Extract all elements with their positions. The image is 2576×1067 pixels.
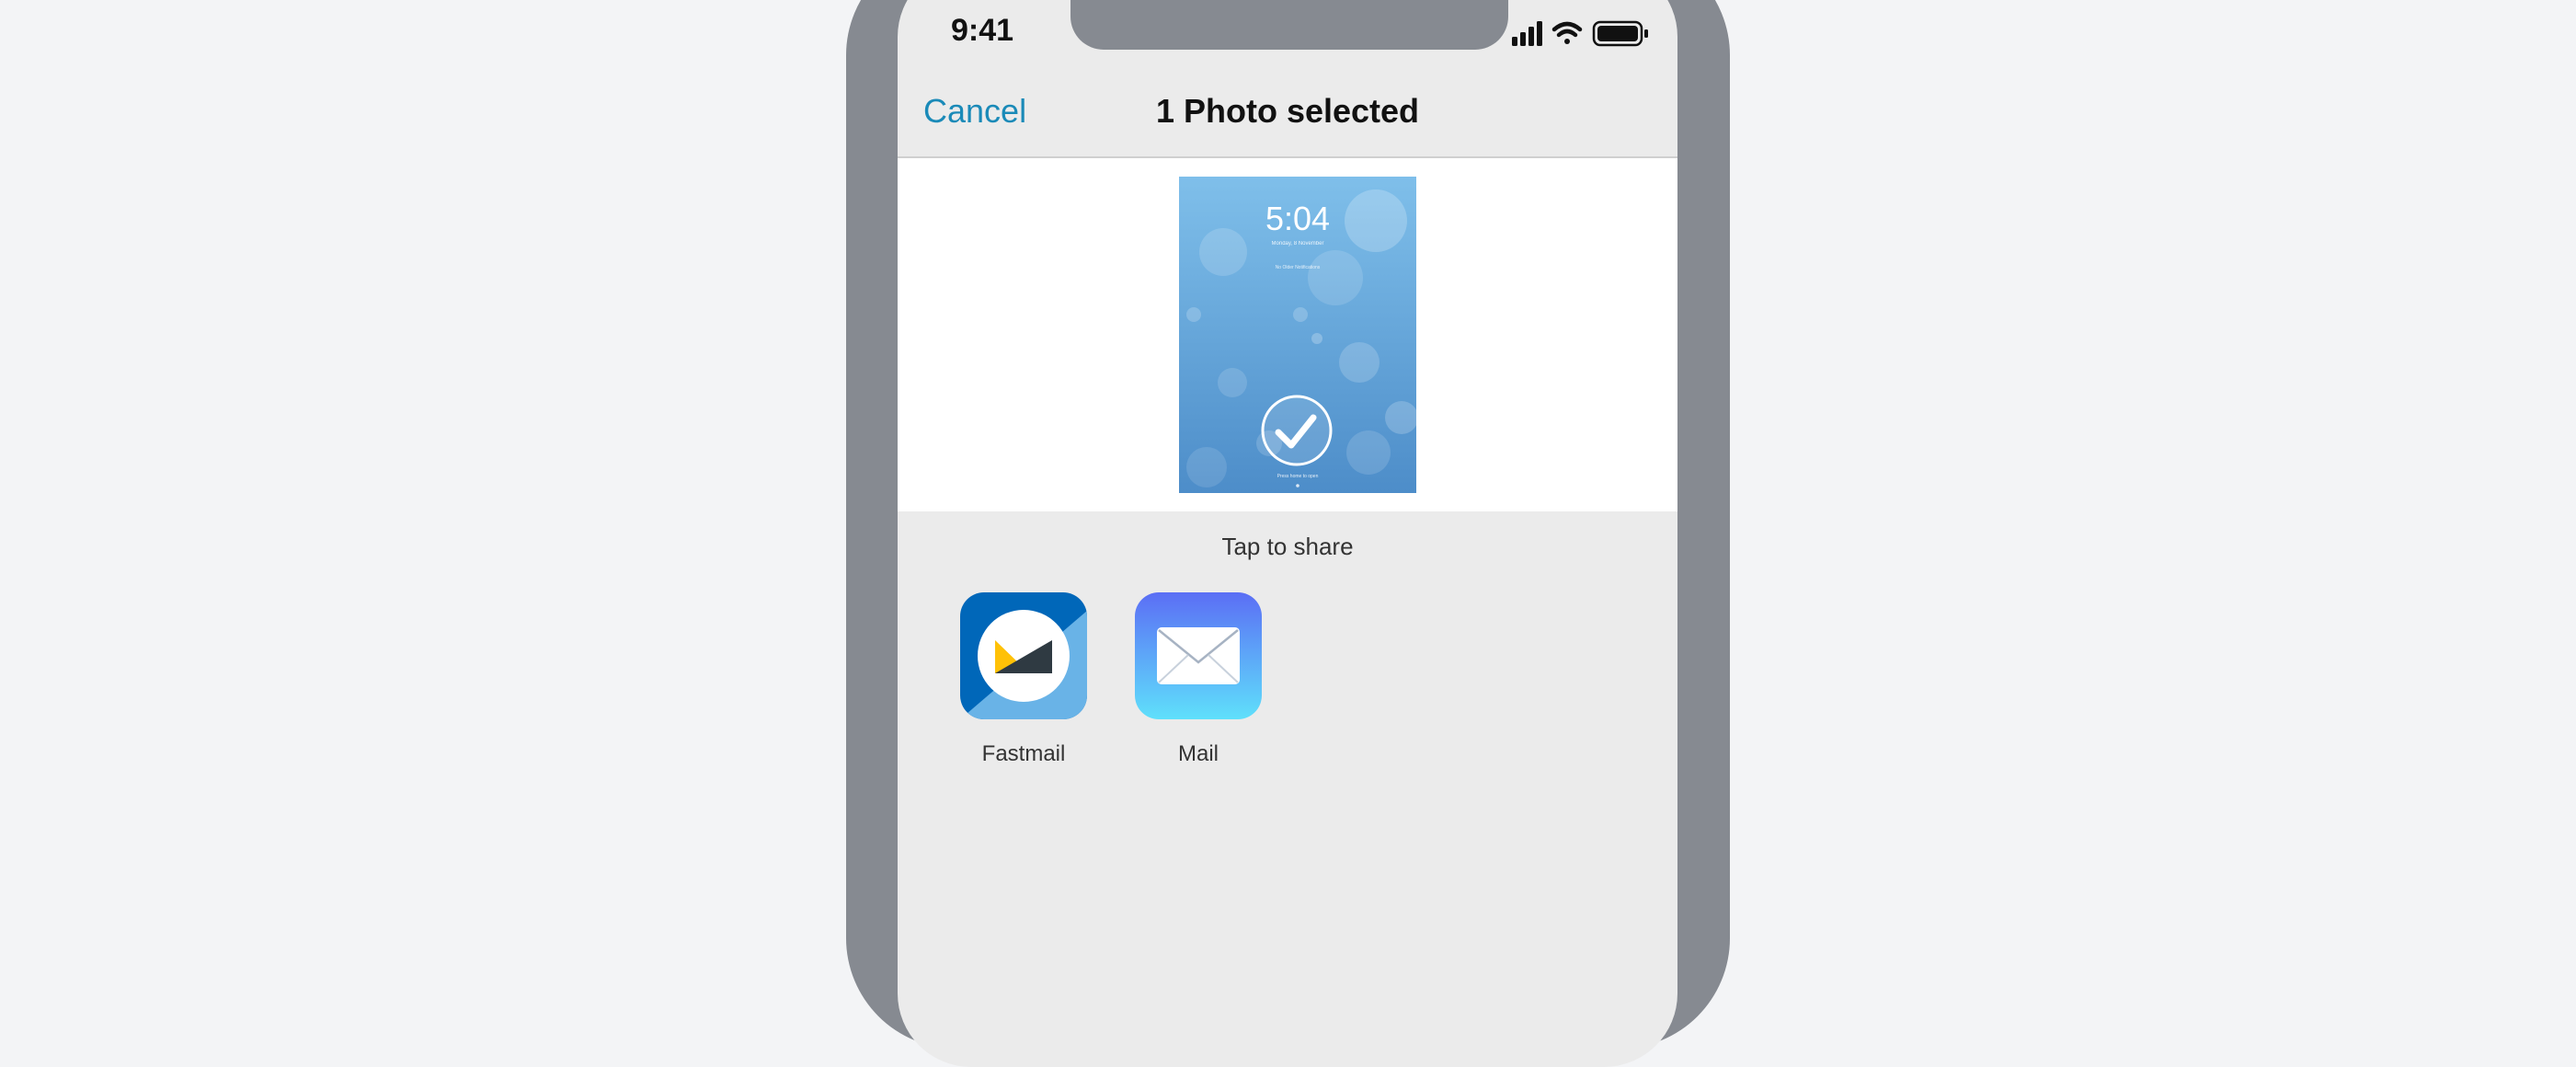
fastmail-icon bbox=[960, 592, 1087, 719]
share-app-mail[interactable]: Mail bbox=[1135, 592, 1262, 767]
lock-screen-notice: No Older Notifications bbox=[1276, 265, 1321, 270]
preview-area: 5:04 Monday, 8 November No Older Notific… bbox=[898, 158, 1677, 511]
page-title: 1 Photo selected bbox=[1155, 92, 1420, 130]
nav-bar: Cancel 1 Photo selected bbox=[898, 74, 1677, 158]
share-section-label: Tap to share bbox=[1221, 533, 1354, 560]
status-icons bbox=[1512, 18, 1652, 50]
app-label-mail: Mail bbox=[1177, 741, 1219, 766]
selected-checkmark-icon bbox=[1261, 395, 1333, 466]
share-app-fastmail[interactable]: Fastmail bbox=[960, 592, 1087, 767]
phone-notch bbox=[1070, 0, 1508, 50]
lock-screen-time: 5:04 bbox=[1265, 200, 1330, 237]
lock-screen-hint: Press home to open bbox=[1277, 474, 1319, 479]
lock-screen-date: Monday, 8 November bbox=[1272, 241, 1324, 247]
status-time: 9:41 bbox=[951, 13, 1014, 48]
signal-icon bbox=[1512, 21, 1542, 46]
mail-icon bbox=[1135, 592, 1262, 719]
photo-thumbnail[interactable]: 5:04 Monday, 8 November No Older Notific… bbox=[1179, 177, 1416, 493]
wifi-icon bbox=[1551, 21, 1583, 44]
app-label-fastmail: Fastmail bbox=[981, 741, 1066, 766]
page-dot bbox=[1296, 484, 1299, 488]
battery-icon bbox=[1592, 20, 1648, 47]
